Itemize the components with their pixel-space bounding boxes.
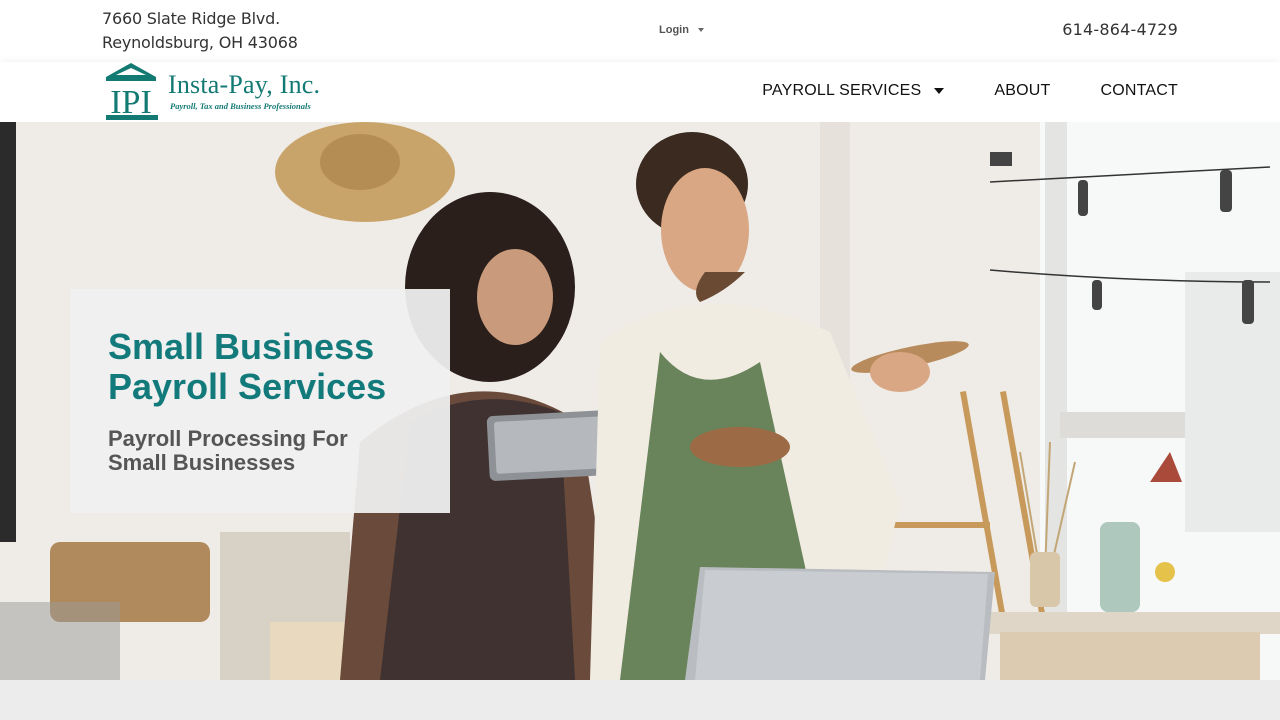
top-bar: 7660 Slate Ridge Blvd. Reynoldsburg, OH … [0,0,1280,62]
hero-card: Small Business Payroll Services Payroll … [70,289,450,513]
nav-contact[interactable]: CONTACT [1100,82,1178,100]
next-section-strip [0,680,1280,720]
login-dropdown[interactable]: Login [659,24,704,36]
address-line-2: Reynoldsburg, OH 43068 [102,33,298,52]
hero-subtitle: Payroll Processing For Small Businesses [108,426,348,475]
nav-label: PAYROLL SERVICES [762,82,922,99]
nav-about[interactable]: ABOUT [994,82,1050,100]
nav-label: CONTACT [1100,82,1178,99]
building-logo-icon: IPI [106,63,158,120]
logo-mark-text: IPI [110,84,152,120]
main-header: IPI Insta-Pay, Inc. Payroll, Tax and Bus… [0,62,1280,122]
address-line-1: 7660 Slate Ridge Blvd. [102,9,280,28]
address: 7660 Slate Ridge Blvd. Reynoldsburg, OH … [102,7,298,55]
brand-name: Insta-Pay, Inc. [168,70,321,99]
chevron-down-icon [697,28,704,32]
caret-down-icon [934,88,945,94]
login-label: Login [659,24,689,36]
brand-tagline: Payroll, Tax and Business Professionals [170,101,311,111]
nav-payroll-services[interactable]: PAYROLL SERVICES [762,82,945,100]
phone-number[interactable]: 614-864-4729 [1062,20,1178,39]
hero-section: Small Business Payroll Services Payroll … [0,122,1280,680]
nav-label: ABOUT [994,82,1051,99]
main-nav: PAYROLL SERVICES ABOUT CONTACT [762,82,1178,100]
logo[interactable]: IPI Insta-Pay, Inc. Payroll, Tax and Bus… [104,63,320,120]
hero-title: Small Business Payroll Services [108,326,387,407]
